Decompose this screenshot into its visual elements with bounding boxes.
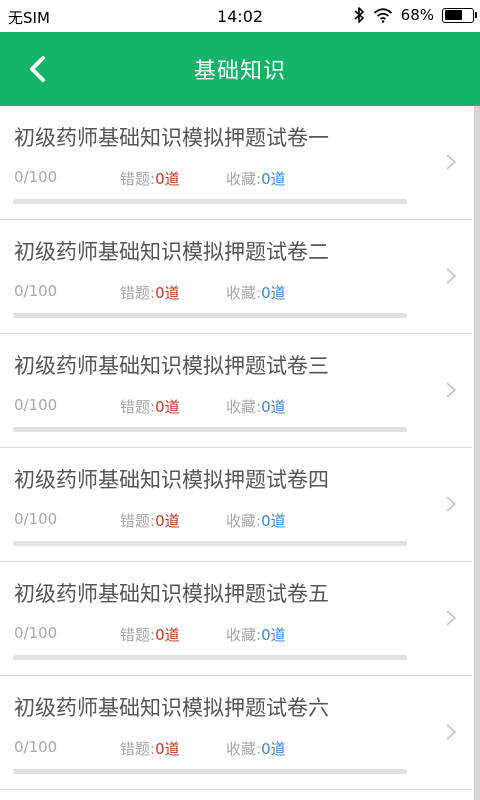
wrong-value: 0道 [155,626,180,644]
exam-title: 初级药师基础知识模拟押题试卷三 [14,354,329,378]
favorite-count: 收藏:0道 [226,168,286,189]
favorite-count: 收藏:0道 [226,282,286,303]
app-header: 基础知识 [0,32,480,106]
exam-title: 初级药师基础知识模拟押题试卷二 [14,240,329,264]
list-item[interactable]: 初级药师基础知识模拟押题试卷六 0/100 错题:0道 收藏:0道 [0,676,472,790]
battery-cap [474,12,477,18]
wrong-label: 错题: [120,398,156,416]
wrong-count: 错题:0道 [120,168,180,189]
page-title: 基础知识 [193,59,286,84]
progress-count: 0/100 [14,738,58,756]
favorite-count: 收藏:0道 [226,624,286,645]
chevron-right-icon [446,724,457,740]
favorite-label: 收藏: [226,398,262,416]
progress-count: 0/100 [14,396,58,414]
status-icons: 68% [353,6,477,24]
wrong-count: 错题:0道 [120,510,180,531]
back-arrow-icon[interactable] [22,52,56,86]
chevron-right-icon [446,382,457,398]
progress-bar [13,313,407,318]
favorite-value: 0道 [261,170,286,188]
wrong-value: 0道 [155,398,180,416]
progress-bar [13,427,407,432]
progress-bar [13,541,407,546]
list-item[interactable]: 初级药师基础知识模拟押题试卷一 0/100 错题:0道 收藏:0道 [0,106,472,220]
wrong-value: 0道 [155,170,180,188]
exam-title: 初级药师基础知识模拟押题试卷五 [14,582,329,606]
wrong-label: 错题: [120,740,156,758]
favorite-value: 0道 [261,512,286,530]
progress-bar [13,769,407,774]
favorite-count: 收藏:0道 [226,396,286,417]
progress-count: 0/100 [14,282,58,300]
favorite-count: 收藏:0道 [226,738,286,759]
chevron-right-icon [446,610,457,626]
battery-icon [442,7,477,23]
scrollbar[interactable] [474,106,480,800]
exam-title: 初级药师基础知识模拟押题试卷一 [14,126,329,150]
progress-bar [13,655,407,660]
favorite-label: 收藏: [226,512,262,530]
wrong-count: 错题:0道 [120,282,180,303]
list-item[interactable]: 初级药师基础知识模拟押题试卷五 0/100 错题:0道 收藏:0道 [0,562,472,676]
favorite-label: 收藏: [226,170,262,188]
exam-title: 初级药师基础知识模拟押题试卷四 [14,468,329,492]
list-item[interactable]: 初级药师基础知识模拟押题试卷四 0/100 错题:0道 收藏:0道 [0,448,472,562]
progress-count: 0/100 [14,510,58,528]
wrong-label: 错题: [120,626,156,644]
wrong-value: 0道 [155,512,180,530]
progress-bar [13,199,407,204]
favorite-value: 0道 [261,740,286,758]
wrong-count: 错题:0道 [120,396,180,417]
favorite-label: 收藏: [226,740,262,758]
progress-count: 0/100 [14,624,58,642]
wrong-value: 0道 [155,284,180,302]
bluetooth-icon [354,7,364,23]
list-item[interactable]: 初级药师基础知识模拟押题试卷二 0/100 错题:0道 收藏:0道 [0,220,472,334]
list-item[interactable]: 初级药师基础知识模拟押题试卷三 0/100 错题:0道 收藏:0道 [0,334,472,448]
favorite-value: 0道 [261,284,286,302]
chevron-right-icon [446,496,457,512]
favorite-value: 0道 [261,626,286,644]
chevron-right-icon [446,154,457,170]
wifi-icon [373,8,392,23]
wrong-label: 错题: [120,170,156,188]
status-bar: 无SIM 14:02 68% [0,0,480,32]
exam-list: 初级药师基础知识模拟押题试卷一 0/100 错题:0道 收藏:0道 初级药师基础知识模拟… [0,106,472,790]
favorite-label: 收藏: [226,626,262,644]
wrong-value: 0道 [155,740,180,758]
battery-percent: 68% [400,6,434,24]
exam-title: 初级药师基础知识模拟押题试卷六 [14,696,329,720]
chevron-right-icon [446,268,457,284]
progress-count: 0/100 [14,168,58,186]
favorite-count: 收藏:0道 [226,510,286,531]
favorite-label: 收藏: [226,284,262,302]
wrong-count: 错题:0道 [120,738,180,759]
wrong-count: 错题:0道 [120,624,180,645]
wrong-label: 错题: [120,512,156,530]
wrong-label: 错题: [120,284,156,302]
battery-fill [444,10,462,20]
favorite-value: 0道 [261,398,286,416]
